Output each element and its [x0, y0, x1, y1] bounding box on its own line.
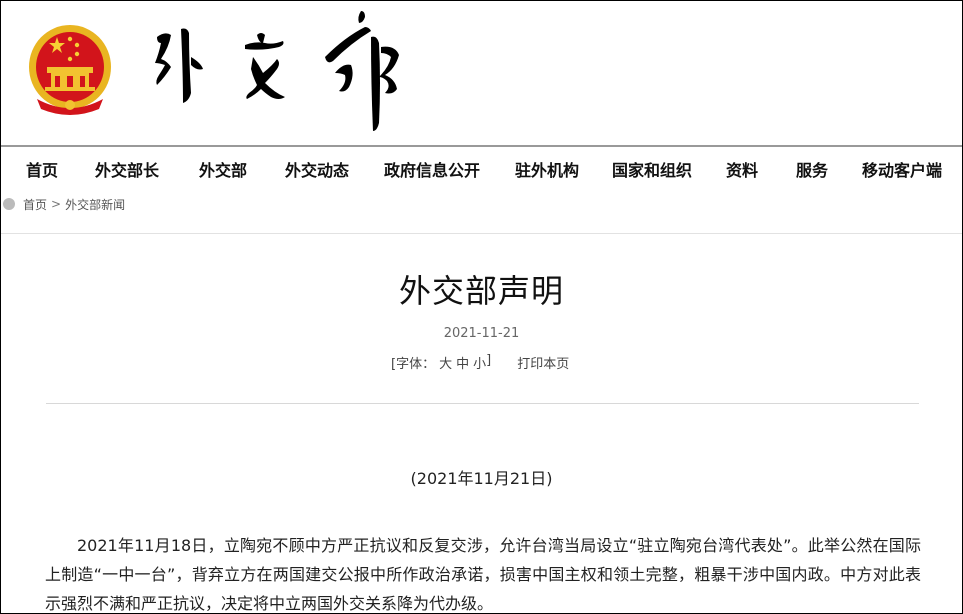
national-emblem-icon[interactable]: [27, 23, 113, 115]
breadcrumb-current[interactable]: 外交部新闻: [65, 196, 125, 213]
nav-item-ministry[interactable]: 外交部: [199, 157, 247, 181]
article-title: 外交部声明: [398, 272, 564, 310]
calligraphy-logo[interactable]: [149, 7, 409, 135]
article-tools: [字体： 大 中 小 ] 打印本页: [391, 353, 569, 372]
nav-item-minister[interactable]: 外交部长: [95, 157, 159, 181]
site-header: [1, 1, 962, 145]
nav-item-countries-orgs[interactable]: 国家和组织: [612, 157, 692, 181]
breadcrumb-home[interactable]: 首页: [23, 196, 47, 213]
nav-item-resources[interactable]: 资料: [726, 157, 758, 181]
divider: [1, 233, 962, 234]
nav-item-gov-info[interactable]: 政府信息公开: [384, 157, 480, 181]
nav-item-services[interactable]: 服务: [796, 157, 828, 181]
home-icon: [3, 198, 15, 210]
nav-item-mobile-client[interactable]: 移动客户端: [862, 157, 942, 181]
breadcrumb-separator: >: [51, 197, 62, 211]
font-size-close: ]: [486, 353, 492, 368]
font-large-button[interactable]: 大: [439, 353, 452, 372]
font-size-label: [字体：: [391, 357, 436, 372]
article-body: 2021年11月18日，立陶宛不顾中方严正抗议和反复交涉，允许台湾当局设立“驻立…: [45, 536, 921, 613]
article-subdate: (2021年11月21日): [410, 469, 553, 488]
main-nav: 首页 外交部长 外交部 外交动态 政府信息公开 驻外机构 国家和组织 资料 服务…: [1, 145, 962, 189]
nav-item-missions-abroad[interactable]: 驻外机构: [515, 157, 579, 181]
divider: [46, 403, 919, 404]
nav-item-home[interactable]: 首页: [26, 157, 58, 181]
breadcrumb: 首页 > 外交部新闻: [1, 193, 125, 215]
nav-item-diplomatic-news[interactable]: 外交动态: [285, 157, 349, 181]
font-small-button[interactable]: 小: [473, 353, 486, 372]
print-button[interactable]: 打印本页: [517, 353, 569, 372]
article-date: 2021-11-21: [443, 326, 520, 341]
page-frame: 首页 外交部长 外交部 外交动态 政府信息公开 驻外机构 国家和组织 资料 服务…: [0, 0, 963, 614]
font-medium-button[interactable]: 中: [456, 353, 469, 372]
